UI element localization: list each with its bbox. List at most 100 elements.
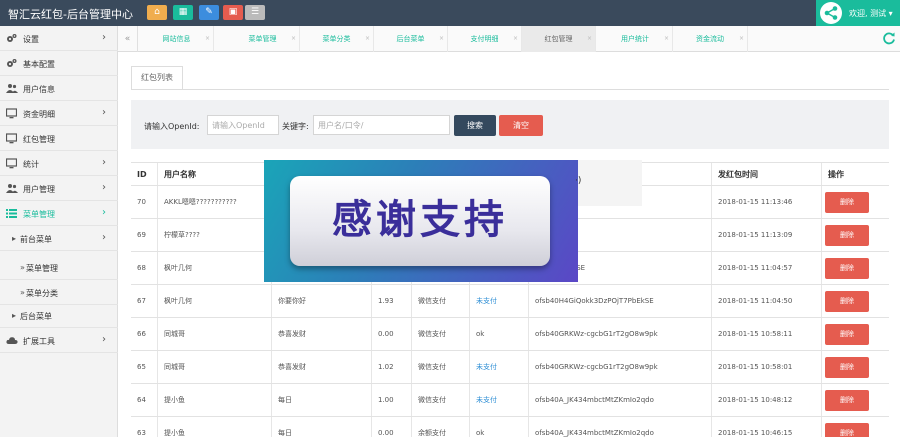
cell-id: 66: [137, 330, 146, 338]
sidebar-item-menu-manage-sub[interactable]: » 菜单管理: [0, 255, 118, 280]
caret-right-icon: ▸: [12, 311, 17, 320]
tab-4[interactable]: 支付明细 ×: [448, 26, 522, 52]
table-row: 66 同城哥 恭喜发财 0.00 微信支付 ok ofsb40GRKWz-cgcbG1rT2…: [131, 318, 889, 351]
tab-3[interactable]: 后台菜单 ×: [374, 26, 448, 52]
cell-amount: 1.02: [371, 351, 411, 383]
clear-button[interactable]: 清空: [499, 115, 543, 136]
cell-amount: 0.00: [371, 417, 411, 437]
monitor-icon: [5, 108, 18, 119]
delete-button[interactable]: 删除: [825, 192, 869, 213]
monitor-icon: [5, 133, 18, 144]
list-icon: [6, 208, 17, 219]
keyword-label: 关键字:: [282, 122, 309, 131]
users-icon: [6, 83, 18, 94]
cell-msg: 每日: [271, 417, 371, 437]
sidebar-item-settings[interactable]: 设置 ›: [0, 26, 118, 51]
cell-order: ofsb40A_JK434mbctMtZKmIo2qdo: [528, 384, 711, 416]
cell-amount: 0.00: [371, 318, 411, 350]
grid-icon[interactable]: ▦: [173, 5, 193, 20]
cell-order: ofsb40GRKWz-cgcbG1rT2gO8w9pk: [528, 351, 711, 383]
sidebar-item-redpacket[interactable]: 红包管理: [0, 126, 118, 151]
cell-pay: 微信支付: [411, 318, 469, 350]
close-icon[interactable]: ×: [739, 26, 744, 52]
home-icon[interactable]: ⌂: [147, 5, 167, 20]
openid-label: 请输入OpenId:: [144, 122, 200, 131]
top-bar: 智汇云红包-后台管理中心 ⌂ ▦ ✎ ▣ ☰ 欢迎, 测试 ▾: [0, 0, 900, 26]
close-icon[interactable]: ×: [513, 26, 518, 52]
cell-name: 提小鱼: [157, 417, 271, 437]
cell-status: 未支付: [469, 285, 528, 317]
tabs-prev-button[interactable]: «: [118, 26, 138, 52]
cell-status: 未支付: [469, 351, 528, 383]
cell-name: 提小鱼: [157, 384, 271, 416]
app-title: 智汇云红包-后台管理中心: [8, 8, 133, 21]
cell-msg: 恭喜发财: [271, 351, 371, 383]
cell-time: 2018-01-15 11:13:09: [711, 219, 821, 251]
refresh-icon[interactable]: [882, 31, 896, 48]
gears-icon: [6, 33, 17, 44]
caret-right-icon: ▸: [12, 234, 17, 243]
tab-6[interactable]: 用户统计 ×: [598, 26, 673, 52]
sidebar-item-user-info[interactable]: 用户信息: [0, 76, 118, 101]
close-icon[interactable]: ×: [439, 26, 444, 52]
tab-0[interactable]: 网站信息 ×: [140, 26, 214, 52]
delete-button[interactable]: 删除: [825, 324, 869, 345]
cell-pay: 微信支付: [411, 384, 469, 416]
tab-2[interactable]: 菜单分类 ×: [300, 26, 374, 52]
close-icon[interactable]: ×: [664, 26, 669, 52]
cell-amount: 1.93: [371, 285, 411, 317]
gears-icon: [6, 58, 17, 69]
tab-7[interactable]: 资金流动 ×: [673, 26, 748, 52]
openid-input[interactable]: [207, 115, 279, 135]
chevron-right-icon: ›: [102, 107, 106, 118]
users-icon: [6, 183, 18, 194]
close-icon[interactable]: ×: [205, 26, 210, 52]
sidebar-item-user-manage[interactable]: 用户管理 ›: [0, 176, 118, 201]
chevron-right-icon: ›: [102, 334, 106, 345]
cell-id: 69: [137, 231, 146, 239]
cell-pay: 微信支付: [411, 285, 469, 317]
sidebar-item-stats[interactable]: 统计 ›: [0, 151, 118, 176]
user-menu[interactable]: 欢迎, 测试 ▾: [816, 0, 900, 26]
bullet-icon: »: [20, 288, 25, 297]
menu-icon[interactable]: ☰: [245, 5, 265, 20]
cell-name: 枫叶几何: [157, 252, 271, 284]
cell-status: ok: [469, 318, 528, 350]
column-header: ID: [137, 170, 147, 179]
column-header: 操作: [821, 163, 889, 185]
cell-time: 2018-01-15 10:46:15: [711, 417, 821, 437]
sidebar-item-basic-config[interactable]: 基本配置: [0, 51, 118, 76]
sidebar-item-back-menu[interactable]: ▸ 后台菜单: [0, 303, 118, 328]
cell-time: 2018-01-15 10:58:01: [711, 351, 821, 383]
cell-msg: 恭喜发财: [271, 318, 371, 350]
tab-5[interactable]: 红包管理 ×: [522, 26, 596, 52]
delete-button[interactable]: 删除: [825, 258, 869, 279]
sidebar-item-menu-category[interactable]: » 菜单分类: [0, 280, 118, 305]
cell-id: 65: [137, 363, 146, 371]
delete-button[interactable]: 删除: [825, 225, 869, 246]
edit-icon[interactable]: ✎: [199, 5, 219, 20]
tab-1[interactable]: 菜单管理 ×: [226, 26, 300, 52]
close-icon[interactable]: ×: [587, 26, 592, 52]
tab-bar: « 网站信息 × 菜单管理 × 菜单分类 × 后台菜单 × 支付明细 × 红包管理 × 用户统计 × 资金流…: [118, 26, 900, 52]
tab-redpacket-list[interactable]: 红包列表: [131, 66, 183, 90]
sidebar-item-front-menu[interactable]: ▸ 前台菜单 ›: [0, 226, 118, 251]
cell-time: 2018-01-15 11:04:57: [711, 252, 821, 284]
cell-name: 柠檬草????: [157, 219, 271, 251]
column-header: 用户名称: [157, 163, 271, 185]
search-button[interactable]: 搜索: [454, 115, 496, 136]
cell-msg: 你要你好: [271, 285, 371, 317]
close-icon[interactable]: ×: [365, 26, 370, 52]
sidebar-item-funds[interactable]: 资金明细 ›: [0, 101, 118, 126]
sidebar-item-menu-manage[interactable]: 菜单管理 ›: [0, 201, 118, 226]
delete-button[interactable]: 删除: [825, 291, 869, 312]
delete-button[interactable]: 删除: [825, 390, 869, 411]
cell-id: 67: [137, 297, 146, 305]
delete-button[interactable]: 删除: [825, 357, 869, 378]
sidebar-item-extensions[interactable]: 扩展工具 ›: [0, 328, 118, 353]
keyword-input[interactable]: [313, 115, 450, 135]
cell-time: 2018-01-15 10:48:12: [711, 384, 821, 416]
close-icon[interactable]: ×: [291, 26, 296, 52]
delete-button[interactable]: 删除: [825, 423, 869, 437]
trash-icon[interactable]: ▣: [223, 5, 243, 20]
